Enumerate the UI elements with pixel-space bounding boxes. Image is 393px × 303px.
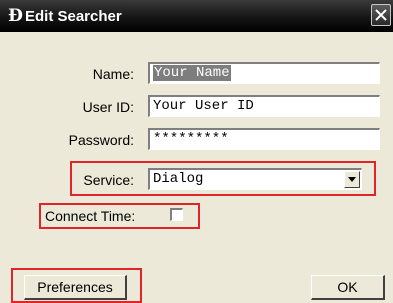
service-label: Service: bbox=[83, 172, 134, 188]
service-dropdown-button[interactable] bbox=[344, 171, 360, 188]
userid-field[interactable]: Your User ID bbox=[148, 95, 380, 117]
name-field[interactable]: Your Name bbox=[148, 62, 380, 84]
connect-time-label: Connect Time: bbox=[45, 208, 136, 224]
password-label: Password: bbox=[68, 132, 134, 148]
chevron-down-icon bbox=[348, 177, 356, 182]
connect-time-checkbox[interactable] bbox=[170, 208, 183, 221]
service-select[interactable]: Dialog bbox=[148, 168, 362, 190]
password-field[interactable]: ********* bbox=[148, 128, 380, 150]
name-value: Your Name bbox=[153, 65, 231, 81]
close-icon bbox=[375, 9, 387, 21]
service-value: Dialog bbox=[153, 171, 204, 187]
window-title: Edit Searcher bbox=[25, 8, 122, 25]
app-logo-icon: Ɖ bbox=[8, 6, 23, 26]
title-bar[interactable]: Ɖ Edit Searcher bbox=[0, 0, 393, 32]
ok-button[interactable]: OK bbox=[311, 275, 385, 300]
userid-label: User ID: bbox=[82, 99, 134, 115]
preferences-button[interactable]: Preferences bbox=[24, 275, 127, 300]
name-label: Name: bbox=[92, 66, 134, 82]
close-button[interactable] bbox=[371, 4, 391, 26]
